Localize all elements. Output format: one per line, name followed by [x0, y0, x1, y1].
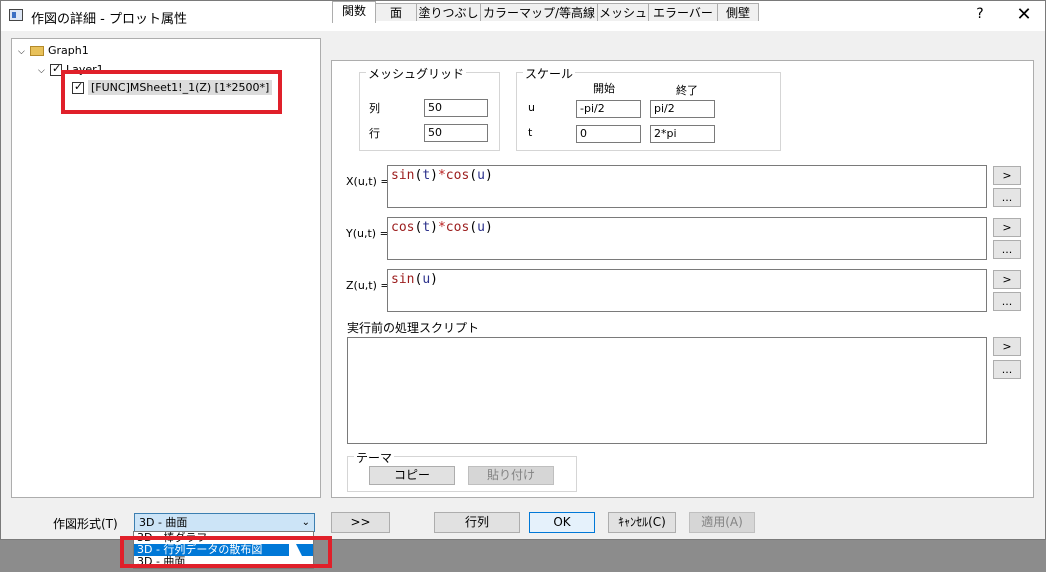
theme-title: テーマ [354, 449, 395, 466]
formula-token: u [477, 168, 485, 183]
formula-token: cos [445, 168, 470, 183]
ok-button[interactable]: OK [529, 512, 595, 533]
tab-mesh[interactable]: メッシュ [597, 3, 649, 21]
tab-surface[interactable]: 面 [375, 3, 417, 21]
chevron-down-icon[interactable]: ⌵ [18, 47, 30, 57]
cancel-button[interactable]: ｷｬﾝｾﾙ(C) [608, 512, 676, 533]
app-icon [9, 9, 23, 21]
y-formula-label: Y(u,t) = [346, 227, 389, 240]
formula-token: cos [391, 220, 415, 235]
z-insert-button[interactable]: > [993, 270, 1021, 289]
tree-item-label: Graph1 [48, 44, 89, 57]
col-count-input[interactable]: 50 [424, 99, 488, 117]
formula-token: * [437, 168, 446, 183]
x-more-button[interactable]: ... [993, 188, 1021, 207]
col-label: 列 [369, 102, 380, 115]
y-more-button[interactable]: ... [993, 240, 1021, 259]
mesh-grid-group: メッシュグリッド 列 50 行 50 [359, 65, 500, 151]
formula-token: t [422, 220, 431, 235]
u-label: u [528, 101, 535, 114]
plot-type-combo[interactable]: 3D - 曲面 ⌄ [134, 513, 315, 532]
script-label: 実行前の処理スクリプト [347, 321, 480, 335]
chevron-down-icon[interactable]: ⌄ [302, 514, 310, 531]
x-formula-label: X(u,t) = [346, 175, 390, 188]
end-header: 終了 [676, 84, 698, 97]
help-button[interactable]: ? [971, 6, 989, 22]
mouse-cursor-icon [289, 544, 303, 558]
function-panel: メッシュグリッド 列 50 行 50 スケール 開始 終了 u -pi/2 pi… [331, 60, 1034, 498]
z-formula-label: Z(u,t) = [346, 279, 390, 292]
plot-type-value: 3D - 曲面 [139, 516, 188, 529]
t-end-input[interactable]: 2*pi [650, 125, 715, 143]
x-formula-input[interactable]: sin(t)*cos(u) [387, 165, 987, 208]
scale-group: スケール 開始 終了 u -pi/2 pi/2 t 0 2*pi [516, 65, 781, 151]
formula-token: u [422, 272, 431, 287]
formula-token: t [422, 168, 431, 183]
tab-sidewall[interactable]: 側壁 [717, 3, 759, 21]
scale-title: スケール [523, 65, 576, 82]
y-insert-button[interactable]: > [993, 218, 1021, 237]
chevron-down-icon[interactable]: ⌵ [38, 66, 50, 76]
folder-icon [30, 46, 44, 56]
formula-token: * [437, 220, 446, 235]
u-start-input[interactable]: -pi/2 [576, 100, 641, 118]
formula-token: sin [391, 272, 415, 287]
window-title: 作図の詳細 - プロット属性 [31, 12, 187, 27]
plot-details-dialog: 作図の詳細 - プロット属性 ? ✕ ⌵Graph1 ⌵Layer1 [FUNC… [0, 0, 1046, 540]
forward-button[interactable]: >> [331, 512, 390, 533]
tab-colormap[interactable]: カラーマップ/等高線 [480, 3, 598, 21]
start-header: 開始 [593, 82, 615, 95]
script-insert-button[interactable]: > [993, 337, 1021, 356]
copy-button[interactable]: コピー [369, 466, 455, 485]
y-formula-input[interactable]: cos(t)*cos(u) [387, 217, 987, 260]
formula-token: u [477, 220, 485, 235]
matrix-button[interactable]: 行列 [434, 512, 520, 533]
t-start-input[interactable]: 0 [576, 125, 641, 143]
script-input[interactable] [347, 337, 987, 444]
row-label: 行 [369, 127, 380, 140]
tab-fill[interactable]: 塗りつぶし [416, 3, 481, 21]
script-more-button[interactable]: ... [993, 360, 1021, 379]
t-label: t [528, 126, 533, 139]
tab-function[interactable]: 関数 [332, 1, 376, 23]
mesh-grid-title: メッシュグリッド [366, 65, 467, 82]
row-count-input[interactable]: 50 [424, 124, 488, 142]
z-more-button[interactable]: ... [993, 292, 1021, 311]
tree-item-graph[interactable]: ⌵ Graph1 [18, 44, 89, 57]
u-end-input[interactable]: pi/2 [650, 100, 715, 118]
formula-token: cos [445, 220, 470, 235]
theme-group: テーマ コピー 貼り付け [347, 449, 577, 492]
apply-button[interactable]: 適用(A) [689, 512, 755, 533]
paste-button[interactable]: 貼り付け [468, 466, 554, 485]
close-button[interactable]: ✕ [1013, 4, 1035, 25]
z-formula-input[interactable]: sin(u) [387, 269, 987, 312]
tab-errorbar[interactable]: エラーバー [648, 3, 718, 21]
x-insert-button[interactable]: > [993, 166, 1021, 185]
formula-token: sin [391, 168, 415, 183]
highlight-box-tree [61, 70, 282, 114]
plot-type-label: 作図形式(T) [53, 517, 118, 531]
